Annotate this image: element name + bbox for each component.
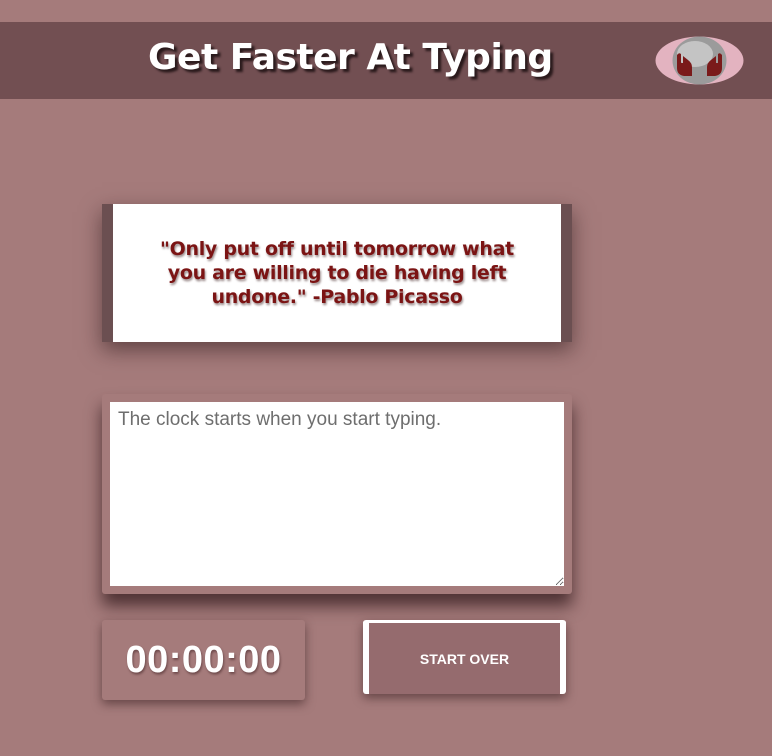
quote-card: "Only put off until tomorrow what you ar… [102,204,572,342]
timer-display: 00:00:00 [102,620,305,700]
typing-input[interactable] [110,402,564,586]
quote-panel: "Only put off until tomorrow what you ar… [113,204,561,342]
timer-text: 00:00:00 [125,638,282,681]
page-title: Get Faster At Typing [148,37,553,78]
typing-area-frame [102,394,572,594]
hands-globe-icon [655,35,744,86]
start-over-button[interactable]: START OVER [363,620,566,694]
app-header: Get Faster At Typing [0,22,772,99]
quote-text: "Only put off until tomorrow what you ar… [160,238,514,308]
